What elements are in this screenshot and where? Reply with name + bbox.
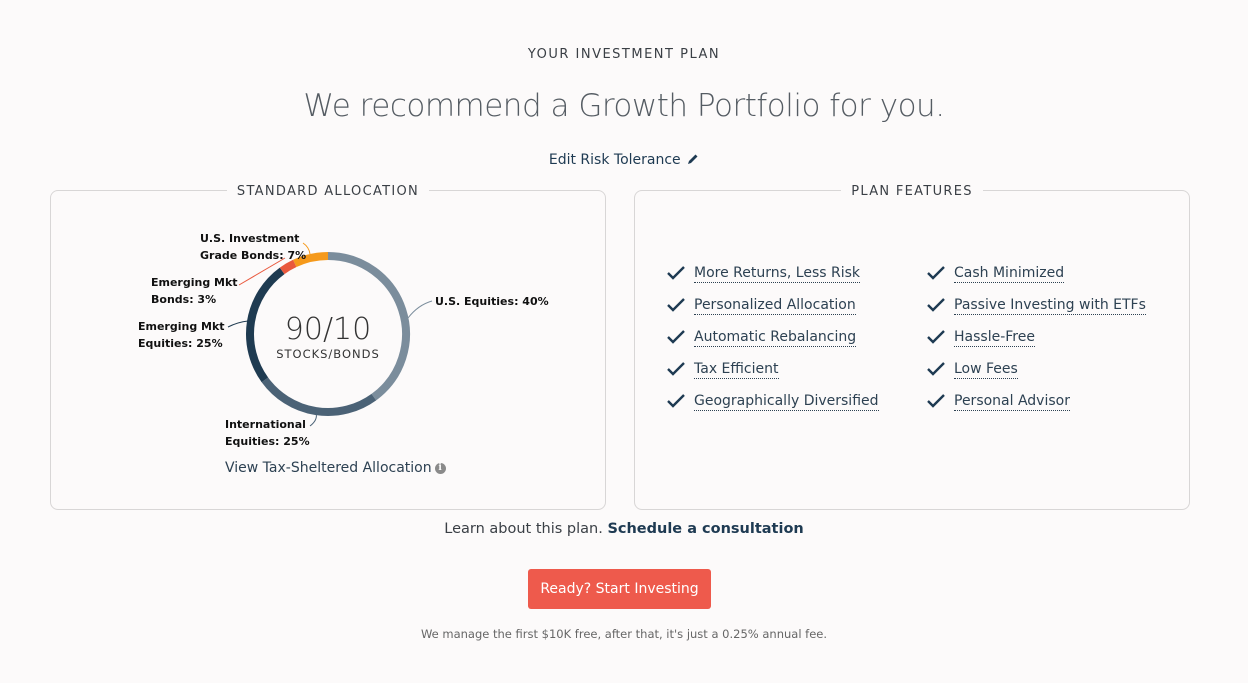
feature-item: Personal Advisor bbox=[926, 393, 1146, 425]
slice-emerging-mkt-bonds bbox=[279, 259, 297, 275]
feature-label[interactable]: Personal Advisor bbox=[954, 393, 1070, 411]
tax-sheltered-label[interactable]: View Tax-Sheltered Allocation bbox=[225, 460, 432, 476]
stocks-bonds-ratio: 90/10 bbox=[284, 312, 372, 347]
start-investing-button[interactable]: Ready? Start Investing bbox=[528, 569, 711, 609]
stocks-bonds-label: STOCKS/BONDS bbox=[276, 347, 380, 361]
feature-label[interactable]: Hassle-Free bbox=[954, 329, 1035, 347]
label-international-equities: International Equities: 25% bbox=[225, 418, 310, 448]
checkmark-icon bbox=[667, 362, 685, 376]
feature-label[interactable]: Tax Efficient bbox=[694, 361, 779, 379]
features-column-2: Cash Minimized Passive Investing with ETF… bbox=[926, 265, 1146, 425]
checkmark-icon bbox=[927, 298, 945, 312]
schedule-consultation-link[interactable]: Schedule a consultation bbox=[607, 521, 803, 537]
feature-label[interactable]: More Returns, Less Risk bbox=[694, 265, 861, 283]
label-emerging-mkt-equities: Emerging Mkt Equities: 25% bbox=[138, 320, 225, 350]
checkmark-icon bbox=[927, 330, 945, 344]
checkmark-icon bbox=[927, 394, 945, 408]
feature-label[interactable]: Low Fees bbox=[954, 361, 1018, 379]
feature-item: Cash Minimized bbox=[926, 265, 1146, 297]
feature-item: Passive Investing with ETFs bbox=[926, 297, 1146, 329]
checkmark-icon bbox=[667, 298, 685, 312]
feature-item: Low Fees bbox=[926, 361, 1146, 393]
feature-label[interactable]: Automatic Rebalancing bbox=[694, 329, 857, 347]
learn-text: Learn about this plan. bbox=[444, 521, 608, 537]
label-us-investment-grade-bonds: U.S. Investment Grade Bonds: 7% bbox=[200, 232, 307, 262]
label-emerging-mkt-bonds: Emerging Mkt Bonds: 3% bbox=[151, 276, 238, 306]
learn-about-plan: Learn about this plan. Schedule a consul… bbox=[0, 521, 1248, 537]
feature-item: Hassle-Free bbox=[926, 329, 1146, 361]
checkmark-icon bbox=[667, 394, 685, 408]
checkmark-icon bbox=[667, 330, 685, 344]
label-us-equities: U.S. Equities: 40% bbox=[435, 295, 549, 308]
slice-international-equities bbox=[261, 377, 377, 416]
feature-item: Personalized Allocation bbox=[666, 297, 879, 329]
feature-label[interactable]: Cash Minimized bbox=[954, 265, 1065, 283]
feature-item: More Returns, Less Risk bbox=[666, 265, 879, 297]
feature-label[interactable]: Passive Investing with ETFs bbox=[954, 297, 1146, 315]
fee-note: We manage the first $10K free, after tha… bbox=[420, 627, 828, 641]
checkmark-icon bbox=[927, 362, 945, 376]
feature-label[interactable]: Geographically Diversified bbox=[694, 393, 879, 411]
features-column-1: More Returns, Less Risk Personalized Allo… bbox=[666, 265, 879, 425]
feature-item: Tax Efficient bbox=[666, 361, 879, 393]
feature-item: Geographically Diversified bbox=[666, 393, 879, 425]
feature-label[interactable]: Personalized Allocation bbox=[694, 297, 856, 315]
info-icon[interactable]: i bbox=[434, 462, 446, 474]
checkmark-icon bbox=[927, 266, 945, 280]
checkmark-icon bbox=[667, 266, 685, 280]
feature-item: Automatic Rebalancing bbox=[666, 329, 879, 361]
view-tax-sheltered-allocation-link[interactable]: View Tax-Sheltered Allocation i bbox=[225, 460, 446, 476]
